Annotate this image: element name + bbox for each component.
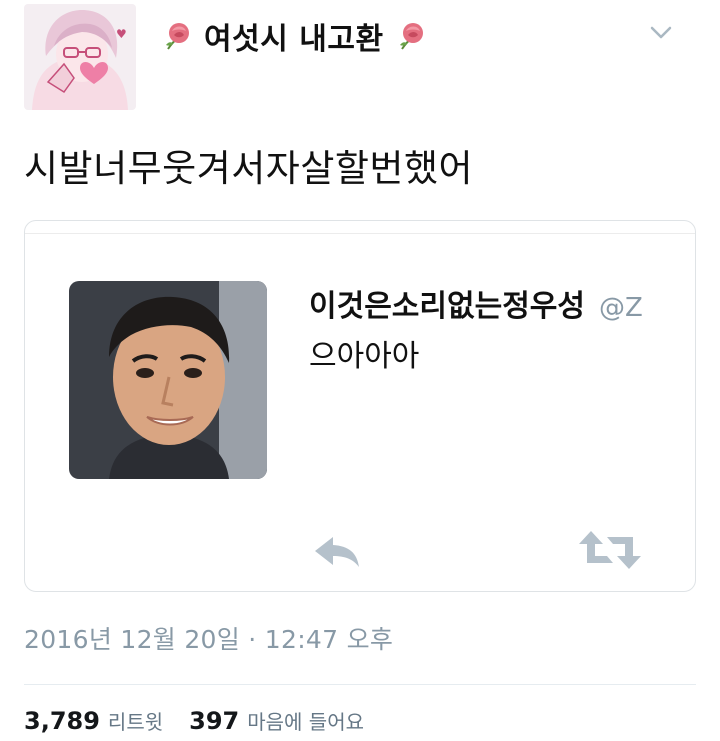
svg-text:♥: ♥ bbox=[116, 27, 127, 41]
stats-divider bbox=[24, 684, 696, 685]
profile-photo-icon bbox=[69, 281, 267, 479]
tweet-stats: 3,789 리트윗 397 마음에 들어요 bbox=[24, 706, 382, 735]
quoted-author-handle: @Z bbox=[599, 293, 643, 323]
tweet-text: 시발너무웃겨서자살할번했어 bbox=[24, 147, 474, 190]
retweet-count[interactable]: 3,789 bbox=[24, 707, 100, 735]
quoted-tweet-card[interactable]: 이것은소리없는정우성 @Z 으아아아 bbox=[24, 220, 696, 592]
quoted-author-name: 이것은소리없는정우성 bbox=[309, 289, 585, 324]
rose-icon bbox=[166, 23, 189, 50]
chevron-down-icon[interactable] bbox=[648, 22, 674, 42]
quoted-tweet-text: 으아아아 bbox=[309, 339, 420, 374]
quoted-profile-photo[interactable] bbox=[69, 281, 267, 479]
reply-icon[interactable] bbox=[309, 531, 365, 571]
tweet-timestamp[interactable]: 2016년 12월 20일 · 12:47 오후 bbox=[24, 620, 393, 656]
author-display-name: 여섯시 내고환 bbox=[204, 22, 384, 57]
tweet-detail-page: ♥ 여섯시 내고환 시발너무웃겨서자살할번했어 이것은소리없는정우성 @Z 으아… bbox=[0, 0, 720, 741]
author-avatar[interactable]: ♥ bbox=[24, 4, 136, 110]
rose-icon bbox=[399, 23, 423, 50]
like-label[interactable]: 마음에 들어요 bbox=[247, 706, 364, 735]
author-name-row[interactable]: 여섯시 내고환 bbox=[160, 14, 428, 58]
retweet-icon[interactable] bbox=[577, 527, 643, 573]
anime-avatar-icon: ♥ bbox=[24, 4, 136, 110]
quoted-author-row[interactable]: 이것은소리없는정우성 @Z bbox=[309, 281, 691, 325]
like-count[interactable]: 397 bbox=[189, 707, 239, 735]
card-divider bbox=[25, 233, 695, 234]
retweet-label[interactable]: 리트윗 bbox=[108, 706, 163, 735]
